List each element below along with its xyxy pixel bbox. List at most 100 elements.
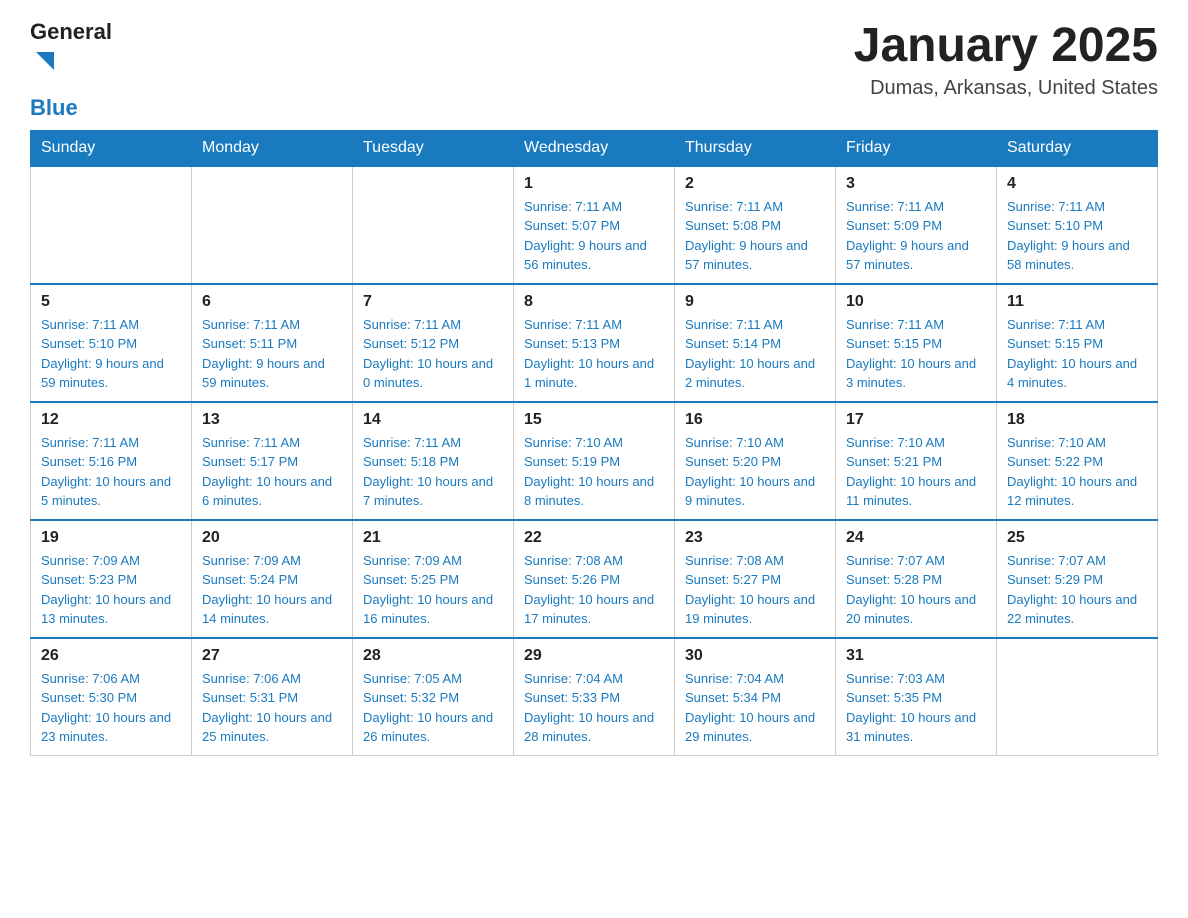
calendar-cell: 22 Sunrise: 7:08 AMSunset: 5:26 PMDayligh… xyxy=(514,520,675,638)
calendar-title: January 2025 xyxy=(854,20,1158,73)
week-row-4: 19 Sunrise: 7:09 AMSunset: 5:23 PMDayligh… xyxy=(31,520,1158,638)
calendar-cell: 20Sunrise: 7:09 AMSunset: 5:24 PMDayligh… xyxy=(192,520,353,638)
day-info: Sunrise: 7:05 AMSunset: 5:32 PMDaylight:… xyxy=(363,669,503,747)
logo-triangle-icon xyxy=(32,48,54,70)
day-info: Sunrise: 7:10 AMSunset: 5:22 PMDaylight:… xyxy=(1007,433,1147,511)
calendar-cell: 18 Sunrise: 7:10 AMSunset: 5:22 PMDayligh… xyxy=(997,402,1158,520)
weekday-header-sunday: Sunday xyxy=(31,130,192,166)
day-info: Sunrise: 7:07 AMSunset: 5:29 PMDaylight:… xyxy=(1007,551,1147,629)
calendar-cell: 5 Sunrise: 7:11 AMSunset: 5:10 PMDaylight… xyxy=(31,284,192,402)
calendar-cell: 27Sunrise: 7:06 AMSunset: 5:31 PMDayligh… xyxy=(192,638,353,756)
calendar-cell: 11 Sunrise: 7:11 AMSunset: 5:15 PMDayligh… xyxy=(997,284,1158,402)
calendar-cell: 16Sunrise: 7:10 AMSunset: 5:20 PMDayligh… xyxy=(675,402,836,520)
week-row-5: 26 Sunrise: 7:06 AMSunset: 5:30 PMDayligh… xyxy=(31,638,1158,756)
calendar-cell: 28 Sunrise: 7:05 AMSunset: 5:32 PMDayligh… xyxy=(353,638,514,756)
day-info: Sunrise: 7:11 AMSunset: 5:16 PMDaylight:… xyxy=(41,433,181,511)
day-number: 25 xyxy=(1007,529,1147,547)
day-info: Sunrise: 7:04 AMSunset: 5:34 PMDaylight:… xyxy=(685,669,825,747)
day-number: 6 xyxy=(202,293,342,311)
day-info: Sunrise: 7:06 AMSunset: 5:30 PMDaylight:… xyxy=(41,669,181,747)
calendar-cell: 3Sunrise: 7:11 AMSunset: 5:09 PMDaylight… xyxy=(836,166,997,284)
weekday-header-row: SundayMondayTuesdayWednesdayThursdayFrid… xyxy=(31,130,1158,166)
weekday-header-monday: Monday xyxy=(192,130,353,166)
title-block: January 2025 Dumas, Arkansas, United Sta… xyxy=(854,20,1158,100)
calendar-cell: 10Sunrise: 7:11 AMSunset: 5:15 PMDayligh… xyxy=(836,284,997,402)
calendar-cell: 17Sunrise: 7:10 AMSunset: 5:21 PMDayligh… xyxy=(836,402,997,520)
week-row-1: 1 Sunrise: 7:11 AMSunset: 5:07 PMDaylight… xyxy=(31,166,1158,284)
calendar-cell: 31Sunrise: 7:03 AMSunset: 5:35 PMDayligh… xyxy=(836,638,997,756)
day-number: 19 xyxy=(41,529,181,547)
calendar-table: SundayMondayTuesdayWednesdayThursdayFrid… xyxy=(30,130,1158,756)
day-info: Sunrise: 7:11 AMSunset: 5:10 PMDaylight:… xyxy=(41,315,181,393)
day-info: Sunrise: 7:11 AMSunset: 5:14 PMDaylight:… xyxy=(685,315,825,393)
day-info: Sunrise: 7:11 AMSunset: 5:13 PMDaylight:… xyxy=(524,315,664,393)
day-number: 21 xyxy=(363,529,503,547)
calendar-cell: 23 Sunrise: 7:08 AMSunset: 5:27 PMDayligh… xyxy=(675,520,836,638)
logo-blue-text: Blue xyxy=(30,96,78,120)
weekday-header-thursday: Thursday xyxy=(675,130,836,166)
day-number: 30 xyxy=(685,647,825,665)
calendar-cell xyxy=(31,166,192,284)
calendar-cell: 7Sunrise: 7:11 AMSunset: 5:12 PMDaylight… xyxy=(353,284,514,402)
day-info: Sunrise: 7:04 AMSunset: 5:33 PMDaylight:… xyxy=(524,669,664,747)
day-info: Sunrise: 7:09 AMSunset: 5:23 PMDaylight:… xyxy=(41,551,181,629)
calendar-cell: 24Sunrise: 7:07 AMSunset: 5:28 PMDayligh… xyxy=(836,520,997,638)
calendar-cell: 21 Sunrise: 7:09 AMSunset: 5:25 PMDayligh… xyxy=(353,520,514,638)
weekday-header-saturday: Saturday xyxy=(997,130,1158,166)
day-number: 7 xyxy=(363,293,503,311)
calendar-cell: 19 Sunrise: 7:09 AMSunset: 5:23 PMDayligh… xyxy=(31,520,192,638)
calendar-subtitle: Dumas, Arkansas, United States xyxy=(854,77,1158,100)
day-number: 15 xyxy=(524,411,664,429)
day-number: 4 xyxy=(1007,175,1147,193)
day-number: 8 xyxy=(524,293,664,311)
calendar-cell: 4 Sunrise: 7:11 AMSunset: 5:10 PMDaylight… xyxy=(997,166,1158,284)
calendar-cell: 29Sunrise: 7:04 AMSunset: 5:33 PMDayligh… xyxy=(514,638,675,756)
day-number: 5 xyxy=(41,293,181,311)
day-number: 14 xyxy=(363,411,503,429)
day-info: Sunrise: 7:11 AMSunset: 5:15 PMDaylight:… xyxy=(1007,315,1147,393)
day-info: Sunrise: 7:07 AMSunset: 5:28 PMDaylight:… xyxy=(846,551,986,629)
day-number: 22 xyxy=(524,529,664,547)
day-info: Sunrise: 7:11 AMSunset: 5:11 PMDaylight:… xyxy=(202,315,342,393)
page-header: General Blue January 2025 Dumas, Arkansa… xyxy=(30,20,1158,120)
logo: General Blue xyxy=(30,20,112,120)
calendar-cell: 2Sunrise: 7:11 AMSunset: 5:08 PMDaylight… xyxy=(675,166,836,284)
calendar-cell: 1 Sunrise: 7:11 AMSunset: 5:07 PMDaylight… xyxy=(514,166,675,284)
day-info: Sunrise: 7:11 AMSunset: 5:09 PMDaylight:… xyxy=(846,197,986,275)
day-info: Sunrise: 7:08 AMSunset: 5:26 PMDaylight:… xyxy=(524,551,664,629)
weekday-header-friday: Friday xyxy=(836,130,997,166)
day-number: 27 xyxy=(202,647,342,665)
weekday-header-wednesday: Wednesday xyxy=(514,130,675,166)
day-number: 20 xyxy=(202,529,342,547)
calendar-cell: 13 Sunrise: 7:11 AMSunset: 5:17 PMDayligh… xyxy=(192,402,353,520)
day-info: Sunrise: 7:11 AMSunset: 5:10 PMDaylight:… xyxy=(1007,197,1147,275)
calendar-cell: 8 Sunrise: 7:11 AMSunset: 5:13 PMDaylight… xyxy=(514,284,675,402)
day-number: 1 xyxy=(524,175,664,193)
calendar-cell: 6 Sunrise: 7:11 AMSunset: 5:11 PMDaylight… xyxy=(192,284,353,402)
day-number: 23 xyxy=(685,529,825,547)
calendar-cell: 14 Sunrise: 7:11 AMSunset: 5:18 PMDayligh… xyxy=(353,402,514,520)
day-number: 2 xyxy=(685,175,825,193)
day-info: Sunrise: 7:10 AMSunset: 5:19 PMDaylight:… xyxy=(524,433,664,511)
day-info: Sunrise: 7:11 AMSunset: 5:07 PMDaylight:… xyxy=(524,197,664,275)
day-number: 13 xyxy=(202,411,342,429)
day-number: 11 xyxy=(1007,293,1147,311)
week-row-2: 5 Sunrise: 7:11 AMSunset: 5:10 PMDaylight… xyxy=(31,284,1158,402)
calendar-cell: 30 Sunrise: 7:04 AMSunset: 5:34 PMDayligh… xyxy=(675,638,836,756)
calendar-cell xyxy=(997,638,1158,756)
day-number: 10 xyxy=(846,293,986,311)
calendar-cell: 26 Sunrise: 7:06 AMSunset: 5:30 PMDayligh… xyxy=(31,638,192,756)
logo-general-text: General xyxy=(30,20,112,44)
day-info: Sunrise: 7:11 AMSunset: 5:17 PMDaylight:… xyxy=(202,433,342,511)
day-number: 26 xyxy=(41,647,181,665)
calendar-cell: 25 Sunrise: 7:07 AMSunset: 5:29 PMDayligh… xyxy=(997,520,1158,638)
day-info: Sunrise: 7:11 AMSunset: 5:18 PMDaylight:… xyxy=(363,433,503,511)
week-row-3: 12Sunrise: 7:11 AMSunset: 5:16 PMDayligh… xyxy=(31,402,1158,520)
day-number: 28 xyxy=(363,647,503,665)
day-number: 18 xyxy=(1007,411,1147,429)
day-info: Sunrise: 7:08 AMSunset: 5:27 PMDaylight:… xyxy=(685,551,825,629)
weekday-header-tuesday: Tuesday xyxy=(353,130,514,166)
day-info: Sunrise: 7:10 AMSunset: 5:20 PMDaylight:… xyxy=(685,433,825,511)
day-number: 31 xyxy=(846,647,986,665)
day-info: Sunrise: 7:09 AMSunset: 5:25 PMDaylight:… xyxy=(363,551,503,629)
